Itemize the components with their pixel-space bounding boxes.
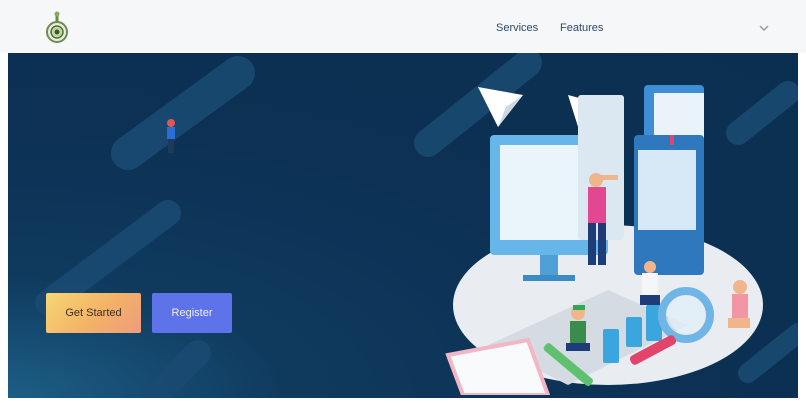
chevron-down-icon	[759, 25, 769, 31]
nav-link-services[interactable]: Services	[496, 22, 538, 34]
nav-link-features[interactable]: Features	[560, 22, 603, 34]
register-button[interactable]: Register	[152, 293, 232, 333]
emblem-logo-icon[interactable]	[44, 10, 70, 46]
small-person-icon	[167, 119, 175, 153]
get-started-button[interactable]: Get Started	[46, 293, 141, 333]
top-navbar: Services Features	[0, 0, 806, 53]
hero-section: Get Started Register	[8, 53, 798, 398]
education-study-illustration	[445, 85, 763, 395]
nav-dropdown[interactable]	[752, 20, 776, 36]
